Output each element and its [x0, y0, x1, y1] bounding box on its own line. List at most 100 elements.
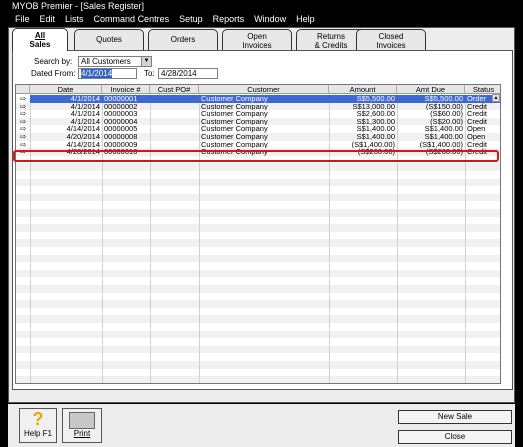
row-arrow-icon[interactable]: ⇨: [16, 141, 30, 149]
menu-help[interactable]: Help: [291, 13, 320, 26]
cell-status: Open: [467, 133, 486, 141]
help-icon: ?: [32, 409, 44, 429]
cell-invoice: 00000009: [104, 140, 138, 149]
new-sale-button[interactable]: New Sale: [398, 410, 512, 424]
menu-bar: File Edit Lists Command Centres Setup Re…: [0, 13, 523, 26]
scroll-up-icon[interactable]: ▲: [492, 94, 500, 102]
print-label: Print: [73, 429, 91, 438]
tab-bar: All Sales Quotes Orders Open Invoices Re…: [10, 28, 507, 51]
tab-quotes[interactable]: Quotes: [74, 29, 144, 50]
cell-customer: Customer Company: [201, 102, 268, 111]
table-row[interactable]: ⇨ 4/1/2014 00000003 Customer Company S$2,600…: [16, 110, 500, 118]
cell-cust-po: [150, 125, 199, 133]
row-stripe: [16, 300, 500, 308]
row-arrow-icon[interactable]: ⇨: [16, 103, 30, 111]
header-amt-due[interactable]: Amt Due: [397, 85, 465, 94]
header-customer[interactable]: Customer: [199, 85, 329, 94]
row-stripe: [16, 361, 500, 369]
date-to-value: 4/28/2014: [161, 69, 197, 78]
header-cust-po[interactable]: Cust PO#: [150, 85, 199, 94]
cell-invoice: 00000002: [104, 102, 138, 111]
dated-from-value: 4/1/2014: [81, 69, 113, 78]
chevron-down-icon[interactable]: ▼: [141, 57, 151, 66]
menu-window[interactable]: Window: [249, 13, 291, 26]
header-status[interactable]: Status: [465, 85, 500, 94]
cell-cust-po: [150, 118, 199, 126]
cell-amt-due: S$5,500.00: [397, 95, 465, 103]
tab-all-sales-line2: Sales: [29, 40, 51, 49]
cell-amt-due: (S$1,400.00): [419, 140, 463, 149]
row-arrow-icon[interactable]: ⇨: [16, 125, 30, 133]
menu-edit[interactable]: Edit: [35, 13, 61, 26]
menu-file[interactable]: File: [10, 13, 35, 26]
print-button[interactable]: Print: [62, 408, 102, 443]
tab-closed-invoices-line2: Invoices: [376, 41, 406, 50]
help-label: Help F1: [23, 429, 52, 438]
table-row[interactable]: ⇨ 4/14/2014 00000005 Customer Company S$1,40…: [16, 125, 500, 133]
tab-orders[interactable]: Orders: [148, 29, 218, 50]
table-row[interactable]: ⇨ 4/1/2014 00000002 Customer Company S$13,00…: [16, 102, 500, 111]
tab-open-invoices[interactable]: Open Invoices: [222, 29, 292, 50]
tab-all-sales[interactable]: All Sales: [12, 28, 68, 51]
menu-reports[interactable]: Reports: [208, 13, 250, 26]
cell-cust-po: [150, 133, 199, 141]
tab-open-invoices-line1: Open: [247, 32, 267, 41]
cell-date: 4/14/2014: [66, 140, 100, 149]
cell-date: 4/1/2014: [70, 110, 100, 118]
row-stripe: [16, 345, 500, 354]
cell-amount: S$2,600.00: [356, 110, 395, 118]
row-stripe: [16, 239, 500, 247]
table-row[interactable]: ⇨ 4/1/2014 00000001 Customer Company S$5,500…: [16, 95, 500, 103]
cell-amount: S$1,400.00: [356, 125, 395, 133]
tab-closed-invoices[interactable]: Closed Invoices: [356, 29, 426, 50]
cell-amt-due: (S$20.00): [430, 117, 463, 126]
row-stripe: [16, 285, 500, 293]
row-stripe: [16, 193, 500, 202]
menu-command-centres[interactable]: Command Centres: [89, 13, 175, 26]
table-row[interactable]: ⇨ 4/20/2014 00000008 Customer Company S$1,40…: [16, 133, 500, 141]
cell-status: Open: [467, 125, 486, 133]
menu-setup[interactable]: Setup: [174, 13, 208, 26]
date-to-field[interactable]: 4/28/2014: [158, 68, 218, 79]
cell-invoice: 00000003: [104, 110, 138, 118]
cell-cust-po: [150, 95, 199, 103]
cell-date: 4/1/2014: [70, 102, 100, 111]
row-stripe: [16, 224, 500, 232]
table-header: Date Invoice # Cust PO# Customer Amount …: [16, 85, 500, 94]
cell-amount: S$1,300.00: [356, 117, 395, 126]
cell-amount: S$13,000.00: [352, 102, 395, 111]
cell-invoice: 00000008: [104, 133, 138, 141]
row-arrow-icon[interactable]: ⇨: [16, 110, 30, 118]
cell-amount: S$5,500.00: [329, 95, 397, 103]
row-stripe: [16, 254, 500, 263]
cell-customer: Customer Company: [201, 140, 268, 149]
help-button[interactable]: ? Help F1: [19, 408, 57, 443]
cell-date: 4/14/2014: [66, 125, 100, 133]
tab-returns-credits-line1: Returns: [316, 32, 345, 41]
tab-quotes-label: Quotes: [96, 35, 122, 44]
dated-from-field[interactable]: 4/1/2014: [78, 68, 137, 79]
tab-open-invoices-line2: Invoices: [242, 41, 272, 50]
menu-lists[interactable]: Lists: [60, 13, 89, 26]
header-date[interactable]: Date: [30, 85, 102, 94]
table-row[interactable]: ⇨ 4/1/2014 00000004 Customer Company S$1,300…: [16, 117, 500, 126]
header-amount[interactable]: Amount: [329, 85, 397, 94]
cell-status: Credit: [467, 117, 488, 126]
table-row[interactable]: ⇨ 4/14/2014 00000009 Customer Company (S$1,4…: [16, 140, 500, 149]
cell-cust-po: [150, 141, 199, 149]
cell-amt-due: S$1,400.00: [424, 125, 463, 133]
cell-cust-po: [150, 110, 199, 118]
header-invoice[interactable]: Invoice #: [102, 85, 150, 94]
cell-amount: S$1,400.00: [356, 133, 395, 141]
row-stripe: [16, 178, 500, 187]
search-by-select[interactable]: All Customers ▼: [78, 56, 152, 67]
row-arrow-icon[interactable]: ⇨: [16, 95, 30, 103]
close-button[interactable]: Close: [398, 430, 512, 444]
cell-date: 4/1/2014: [30, 95, 102, 103]
tab-orders-label: Orders: [170, 35, 196, 44]
search-by-label: Search by:: [34, 57, 73, 66]
row-arrow-icon[interactable]: ⇨: [16, 118, 30, 126]
row-arrow-icon[interactable]: ⇨: [16, 133, 30, 141]
cell-amt-due: (S$150.00): [425, 102, 463, 111]
search-by-value: All Customers: [81, 57, 131, 66]
